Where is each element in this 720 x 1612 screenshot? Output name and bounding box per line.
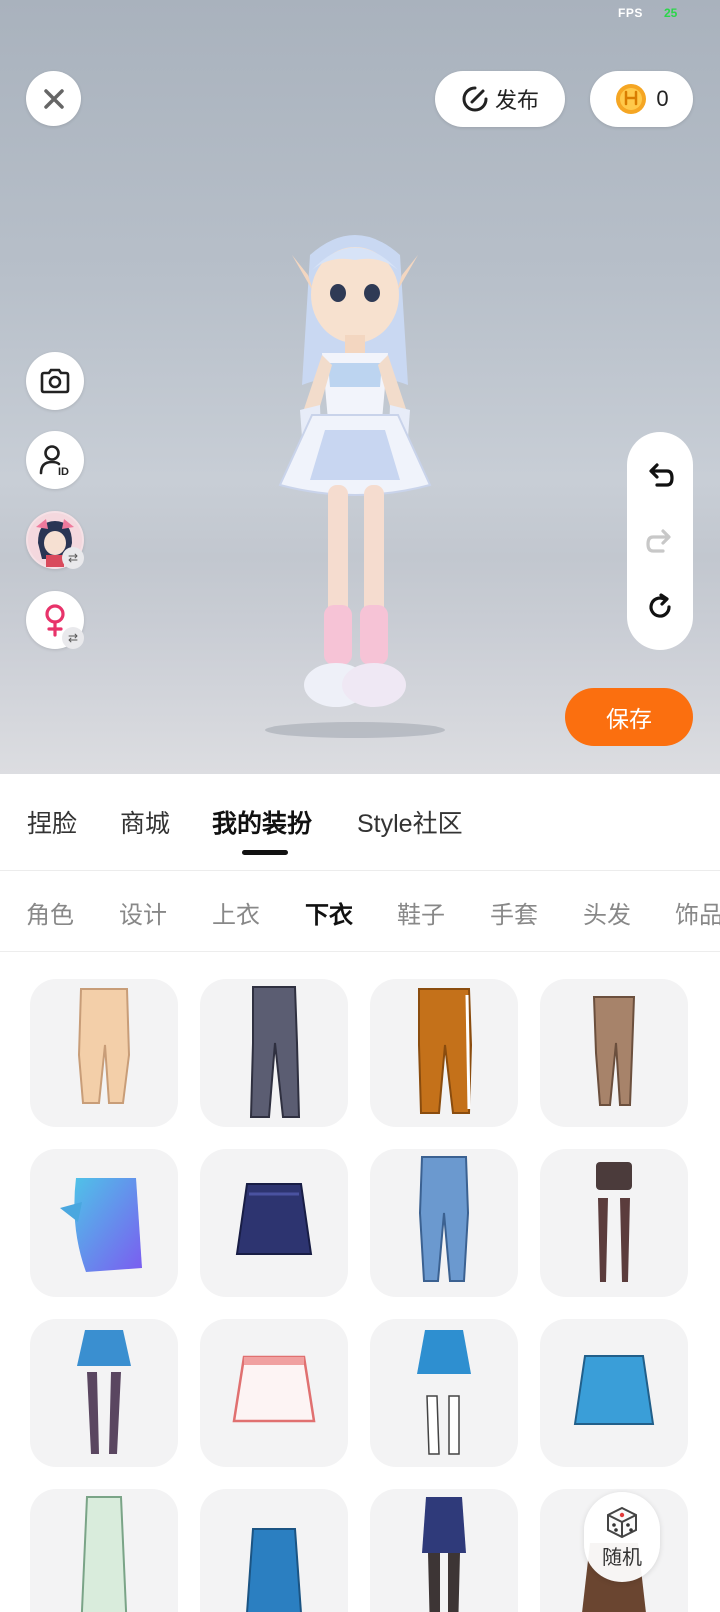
blue-skirt-white-socks-icon bbox=[417, 1330, 471, 1455]
camera-button[interactable] bbox=[26, 352, 84, 410]
subtab-hair[interactable]: 头发 bbox=[583, 895, 631, 930]
outfit-item[interactable] bbox=[200, 1149, 348, 1297]
reset-icon bbox=[649, 593, 671, 618]
outfit-item[interactable] bbox=[200, 1489, 348, 1612]
main-tab-bar: 捏脸 商城 我的装扮 Style社区 bbox=[0, 774, 720, 871]
tab-my-outfit[interactable]: 我的装扮 bbox=[212, 804, 312, 840]
close-icon bbox=[43, 88, 64, 109]
subtab-shoes[interactable]: 鞋子 bbox=[397, 895, 445, 930]
outfit-item[interactable] bbox=[200, 979, 348, 1127]
subtab-tops[interactable]: 上衣 bbox=[212, 895, 260, 930]
fps-label: FPS bbox=[618, 6, 643, 20]
outfit-item[interactable] bbox=[370, 1319, 518, 1467]
category-tab-bar: 角色 设计 上衣 下衣 鞋子 手套 头发 饰品 bbox=[0, 871, 720, 952]
beige-slit-skirt-icon bbox=[77, 988, 131, 1104]
avatar-swap-button[interactable]: ⇄ bbox=[26, 511, 84, 569]
history-toolbar bbox=[627, 432, 693, 650]
white-pleated-skirt-icon bbox=[232, 1355, 316, 1423]
reset-button[interactable] bbox=[640, 587, 680, 627]
outfit-item[interactable] bbox=[30, 1149, 178, 1297]
coin-icon bbox=[616, 84, 647, 114]
denim-skirt-tights-icon bbox=[422, 1497, 466, 1612]
tab-shop[interactable]: 商城 bbox=[120, 804, 170, 840]
outfit-item[interactable] bbox=[30, 979, 178, 1127]
green-long-skirt-icon bbox=[80, 1496, 128, 1612]
gender-button[interactable]: ⇄ bbox=[26, 591, 84, 649]
blue-pleated-skirt-icon bbox=[573, 1355, 655, 1425]
light-blue-jeans-icon bbox=[418, 1156, 470, 1282]
coin-count: 0 bbox=[656, 86, 669, 111]
dice-icon bbox=[607, 1506, 637, 1538]
tab-face[interactable]: 捏脸 bbox=[27, 804, 77, 840]
subtab-design[interactable]: 设计 bbox=[119, 895, 167, 930]
swap-badge-icon: ⇄ bbox=[62, 547, 84, 569]
outfit-item[interactable] bbox=[540, 979, 688, 1127]
orange-track-pants-icon bbox=[418, 988, 473, 1114]
outfit-item[interactable] bbox=[540, 1149, 688, 1297]
svg-text:ID: ID bbox=[58, 466, 69, 477]
coin-balance-button[interactable]: 0 bbox=[590, 71, 693, 127]
random-outfit-button[interactable]: 随机 bbox=[584, 1492, 660, 1582]
brown-leggings-icon bbox=[592, 996, 636, 1106]
undo-button[interactable] bbox=[640, 455, 680, 495]
user-id-icon: ID bbox=[39, 445, 69, 477]
outfit-item[interactable] bbox=[370, 1149, 518, 1297]
publish-label: 发布 bbox=[494, 88, 539, 113]
tab-style-community[interactable]: Style社区 bbox=[357, 804, 463, 840]
publish-icon bbox=[462, 86, 488, 112]
save-button[interactable]: 保存 bbox=[565, 688, 693, 746]
swap-badge-icon: ⇄ bbox=[62, 627, 84, 649]
close-button[interactable] bbox=[26, 71, 81, 126]
outfit-item[interactable] bbox=[370, 1489, 518, 1612]
subtab-gloves[interactable]: 手套 bbox=[490, 895, 538, 930]
redo-button[interactable] bbox=[640, 521, 680, 561]
avatar-character[interactable] bbox=[240, 215, 470, 740]
blue-sarong-skirt-icon bbox=[60, 1178, 142, 1272]
outfit-item[interactable] bbox=[200, 1319, 348, 1467]
publish-button[interactable]: 发布 bbox=[435, 71, 565, 127]
avatar-scene[interactable]: FPS 25 发布 0 ID ⇄ ⇄ 保存 bbox=[0, 0, 720, 774]
blue-skirt-with-stockings-icon bbox=[77, 1330, 131, 1454]
outfit-item[interactable] bbox=[30, 1489, 178, 1612]
user-id-button[interactable]: ID bbox=[26, 431, 84, 489]
active-tab-indicator bbox=[242, 850, 288, 855]
subtab-character[interactable]: 角色 bbox=[26, 895, 74, 930]
fps-value: 25 bbox=[664, 6, 678, 20]
navy-pleated-skirt-icon bbox=[235, 1183, 313, 1255]
blue-pencil-skirt-icon bbox=[246, 1528, 302, 1612]
subtab-bottoms[interactable]: 下衣 bbox=[305, 895, 353, 930]
undo-icon bbox=[649, 463, 674, 487]
camera-icon bbox=[40, 368, 70, 394]
redo-icon bbox=[646, 529, 671, 553]
outfit-item[interactable] bbox=[540, 1319, 688, 1467]
gray-flare-jeans-icon bbox=[249, 986, 301, 1118]
subtab-accessories[interactable]: 饰品 bbox=[675, 895, 720, 930]
random-label: 随机 bbox=[602, 1546, 642, 1569]
outfit-item[interactable] bbox=[370, 979, 518, 1127]
shorts-with-stockings-icon bbox=[596, 1162, 632, 1282]
outfit-item[interactable] bbox=[30, 1319, 178, 1467]
